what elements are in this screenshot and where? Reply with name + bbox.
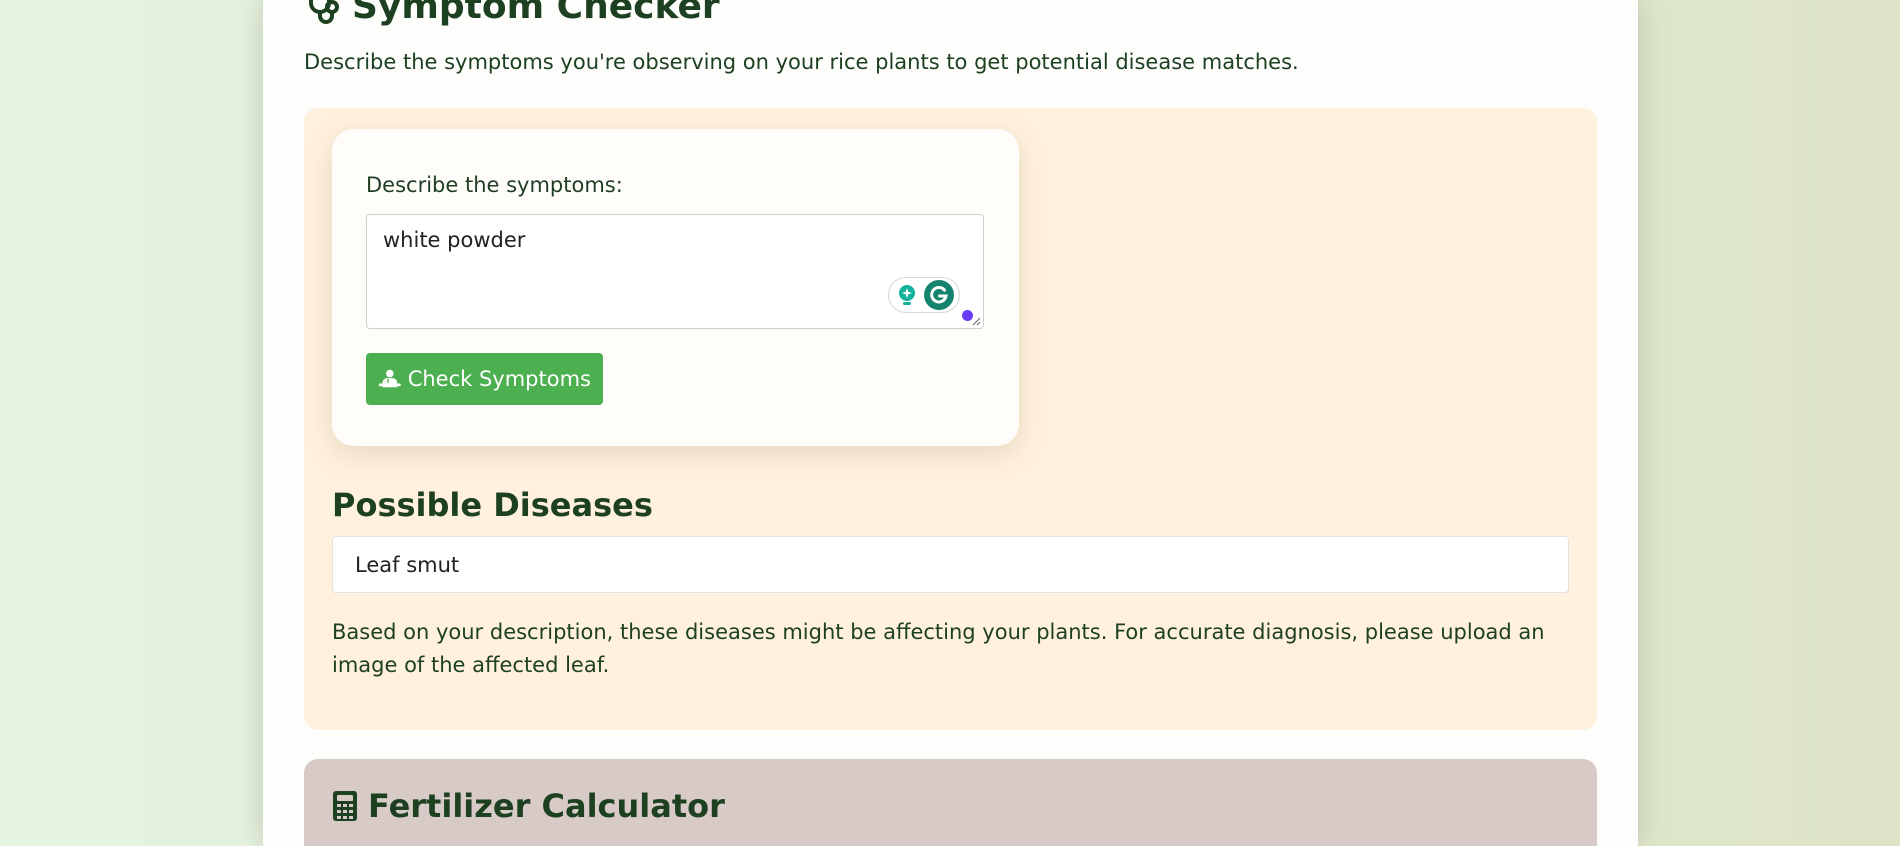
symptoms-label: Describe the symptoms:: [366, 173, 623, 197]
check-symptoms-button[interactable]: Check Symptoms: [366, 353, 603, 405]
symptom-checker-title-text: Symptom Checker: [352, 0, 720, 27]
disease-result-item: Leaf smut: [332, 536, 1569, 593]
doctor-icon: [378, 369, 401, 388]
symptom-checker-panel: Describe the symptoms: white powder Chec…: [304, 108, 1597, 730]
symptom-form-card: Describe the symptoms: white powder Chec…: [332, 129, 1019, 446]
calculator-icon: [333, 791, 357, 821]
diagnosis-note: Based on your description, these disease…: [332, 620, 1545, 677]
symptoms-textarea-container: white powder: [366, 214, 984, 329]
symptom-checker-description: Describe the symptoms you're observing o…: [304, 50, 1299, 74]
lightbulb-icon[interactable]: [895, 283, 919, 307]
fertilizer-calculator-title: Fertilizer Calculator: [332, 787, 725, 825]
possible-diseases-heading: Possible Diseases: [332, 486, 653, 524]
resize-handle-icon[interactable]: [971, 316, 981, 326]
symptoms-textarea[interactable]: white powder: [367, 215, 983, 328]
check-symptoms-label: Check Symptoms: [407, 367, 591, 391]
symptom-checker-title: Symptom Checker: [304, 0, 720, 26]
main-content: Symptom Checker Describe the symptoms yo…: [263, 0, 1638, 846]
writing-assistant-widget[interactable]: [888, 277, 960, 313]
fertilizer-calculator-panel: Fertilizer Calculator: [304, 759, 1597, 846]
fertilizer-calculator-title-text: Fertilizer Calculator: [368, 787, 725, 825]
grammarly-icon[interactable]: [923, 279, 955, 311]
stethoscope-icon: [309, 0, 339, 24]
